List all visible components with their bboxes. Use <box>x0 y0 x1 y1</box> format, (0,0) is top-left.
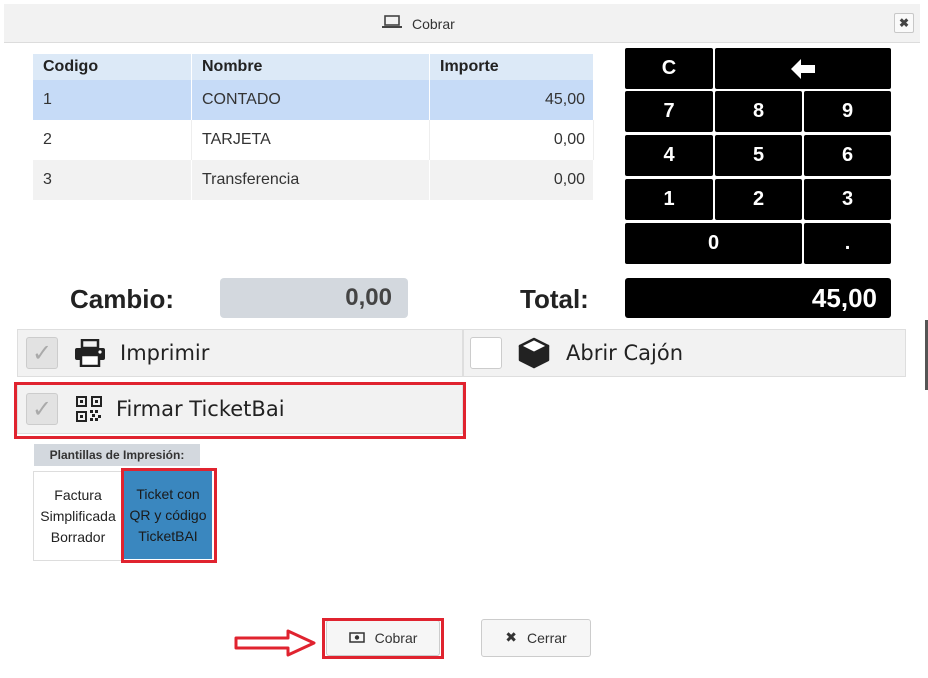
header-importe: Importe <box>429 54 594 80</box>
table-header-row: Codigo Nombre Importe <box>33 54 594 80</box>
dialog-title-wrap: Cobrar <box>382 14 455 34</box>
option-imprimir[interactable]: Imprimir <box>17 329 463 377</box>
key-dot[interactable]: . <box>804 223 891 264</box>
cambio-value: 0,00 <box>220 278 408 318</box>
total-value: 45,00 <box>625 278 891 318</box>
arrow-left-icon <box>791 58 815 79</box>
option-abrir-cajon[interactable]: Abrir Cajón <box>463 329 906 377</box>
key-1[interactable]: 1 <box>625 179 713 220</box>
dialog-titlebar: Cobrar ✖ <box>4 4 920 43</box>
cell-nombre: Transferencia <box>191 160 430 200</box>
total-label: Total: <box>520 284 589 314</box>
key-8[interactable]: 8 <box>715 91 802 132</box>
printer-icon <box>74 338 106 372</box>
key-6[interactable]: 6 <box>804 135 891 176</box>
close-button[interactable]: ✖ <box>894 13 914 33</box>
highlight-template-frame <box>121 468 217 563</box>
key-9[interactable]: 9 <box>804 91 891 132</box>
payment-methods-table: Codigo Nombre Importe 1 CONTADO 45,00 2 … <box>33 54 594 200</box>
cell-codigo: 2 <box>33 120 192 160</box>
cell-codigo: 1 <box>33 80 192 120</box>
table-row[interactable]: 3 Transferencia 0,00 <box>33 160 594 200</box>
table-row[interactable]: 1 CONTADO 45,00 <box>33 80 594 120</box>
key-0[interactable]: 0 <box>625 223 802 264</box>
abrir-cajon-label: Abrir Cajón <box>566 341 683 365</box>
key-3[interactable]: 3 <box>804 179 891 220</box>
highlight-cobrar-frame <box>322 618 444 659</box>
cell-nombre: TARJETA <box>191 120 430 160</box>
key-clear[interactable]: C <box>625 48 713 89</box>
box-icon <box>518 337 550 374</box>
templates-header: Plantillas de Impresión: <box>34 444 200 466</box>
template-factura-simplificada[interactable]: Factura Simplificada Borrador <box>33 471 123 561</box>
key-5[interactable]: 5 <box>715 135 802 176</box>
cell-codigo: 3 <box>33 160 192 200</box>
header-nombre: Nombre <box>191 54 430 80</box>
template-label: Factura Simplificada Borrador <box>40 486 116 545</box>
key-2[interactable]: 2 <box>715 179 802 220</box>
cambio-label: Cambio: <box>70 284 174 314</box>
cerrar-button-label: Cerrar <box>527 630 567 646</box>
abrir-cajon-checkbox[interactable] <box>470 337 502 369</box>
cobrar-dialog: Cobrar ✖ Codigo Nombre Importe 1 CONTADO… <box>0 0 928 678</box>
table-row[interactable]: 2 TARJETA 0,00 <box>33 120 594 160</box>
imprimir-label: Imprimir <box>120 341 210 365</box>
header-codigo: Codigo <box>33 54 192 80</box>
dialog-title: Cobrar <box>412 16 455 32</box>
laptop-icon <box>382 14 402 34</box>
cell-importe[interactable]: 0,00 <box>429 120 594 160</box>
cell-nombre: CONTADO <box>191 80 430 120</box>
cell-importe[interactable]: 45,00 <box>429 80 594 120</box>
backspace-key[interactable] <box>715 48 891 89</box>
cell-importe[interactable]: 0,00 <box>429 160 594 200</box>
key-7[interactable]: 7 <box>625 91 713 132</box>
imprimir-checkbox[interactable] <box>26 337 58 369</box>
arrow-right-icon <box>234 628 318 663</box>
highlight-ticketbai-frame <box>14 382 466 439</box>
cerrar-button[interactable]: ✖ Cerrar <box>481 619 591 657</box>
key-4[interactable]: 4 <box>625 135 713 176</box>
close-icon: ✖ <box>505 630 518 646</box>
